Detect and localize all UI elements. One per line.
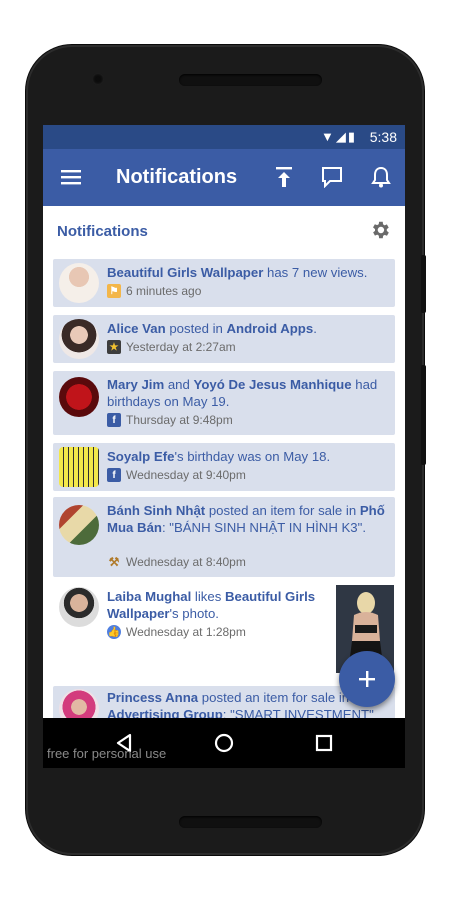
text-part: Yoyó De Jesus Manhique [193,377,352,392]
notification-time: Yesterday at 2:27am [126,340,236,354]
signal-icon: ◢ [335,129,348,144]
text-part: has 7 new views. [263,265,368,280]
avatar [59,587,99,627]
text-part: Mary Jim [107,377,165,392]
avatar [59,689,99,718]
notification-text: Alice Van posted in Android Apps. [107,320,387,337]
like-icon: 👍 [107,625,121,639]
text-part: Advertising Group [107,707,223,718]
notification-time: 6 minutes ago [126,284,202,298]
notification-time: Thursday at 9:48pm [126,413,233,427]
text-part: Princess Anna [107,690,199,705]
text-part: 's photo. [169,606,219,621]
notification-card[interactable]: Beautiful Girls Wallpaper has 7 new view… [53,259,395,307]
notification-meta: f Thursday at 9:48pm [107,413,233,427]
notification-meta: ★ Yesterday at 2:27am [107,340,236,354]
section-title: Notifications [57,223,148,240]
text-part: Beautiful Girls Wallpaper [107,265,264,280]
notification-time: Wednesday at 8:40pm [126,555,246,569]
notifications-list: Notifications Beautiful Girls Wallpaper … [43,206,405,718]
plus-icon [359,671,375,687]
text-part: Alice Van [107,321,166,336]
avatar [59,505,99,545]
avatar [59,263,99,303]
battery-icon: ▮ [347,129,357,144]
gear-icon[interactable] [369,219,391,241]
hamburger-menu-icon[interactable] [57,163,85,191]
notification-meta: 👍 Wednesday at 1:28pm [107,625,246,639]
avatar [59,447,99,487]
notification-meta: ⚑ 6 minutes ago [107,284,201,298]
status-bar: ▼◢▮ 5:38 [43,125,405,149]
text-part: : "SMART INVESTMENT" [222,707,374,718]
auction-hammer-icon: ⚒ [108,555,120,569]
notification-meta: ⚒ Wednesday at 8:40pm [107,555,246,569]
text-part: Laiba Mughal [107,589,192,604]
avatar [59,319,99,359]
bell-icon[interactable] [367,163,395,191]
status-time: 5:38 [369,129,397,145]
text-part: : "BÁNH SINH NHẬT IN HÌNH K3". [161,520,366,535]
notification-time: Wednesday at 9:40pm [126,468,246,482]
notification-text: Beautiful Girls Wallpaper has 7 new view… [107,264,387,281]
notification-text: Soyalp Efe's birthday was on May 18. [107,448,387,465]
section-header: Notifications [43,206,405,258]
home-icon[interactable] [212,731,236,755]
front-camera [92,73,104,85]
text-part: . [313,321,317,336]
notification-text: Laiba Mughal likes Beautiful Girls Wallp… [107,588,331,622]
volume-button [421,255,426,313]
avatar [59,377,99,417]
notification-text: Bánh Sinh Nhật posted an item for sale i… [107,502,387,536]
wifi-icon: ▼ [320,129,336,144]
facebook-icon: f [107,468,121,482]
text-part: posted an item for sale in [205,503,360,518]
text-part: posted an item for sale in [198,690,350,705]
text-part: Android Apps [226,321,314,336]
notification-meta: f Wednesday at 9:40pm [107,468,246,482]
text-part: Soyalp Efe [107,449,175,464]
notification-card[interactable]: Mary Jim and Yoyó De Jesus Manhique had … [53,371,395,435]
notification-text: Mary Jim and Yoyó De Jesus Manhique had … [107,376,387,410]
top-speaker [179,74,322,86]
scroll-top-icon[interactable] [270,163,298,191]
watermark: free for personal use [47,746,167,761]
notification-time: Wednesday at 1:28pm [126,625,246,639]
screen: ▼◢▮ 5:38 Notifications Notifications Bea… [43,125,405,768]
notification-card[interactable]: Alice Van posted in Android Apps. ★ Yest… [53,315,395,363]
notification-card[interactable]: Soyalp Efe's birthday was on May 18. f W… [53,443,395,491]
facebook-icon: f [107,413,121,427]
text-part: posted in [165,321,227,336]
text-part: likes [191,589,225,604]
chat-icon[interactable] [318,163,346,191]
power-button [421,365,426,465]
text-part: Bánh Sinh Nhật [107,503,206,518]
text-part: and [164,377,194,392]
star-icon: ★ [107,340,121,354]
recents-icon[interactable] [312,731,336,755]
app-bar: Notifications [43,149,405,206]
text-part: 's birthday was on May 18. [174,449,331,464]
flag-icon: ⚑ [107,284,121,298]
bottom-speaker [179,816,322,828]
add-button[interactable] [339,651,395,707]
notification-card[interactable]: Bánh Sinh Nhật posted an item for sale i… [53,497,395,577]
app-bar-title: Notifications [116,166,238,188]
